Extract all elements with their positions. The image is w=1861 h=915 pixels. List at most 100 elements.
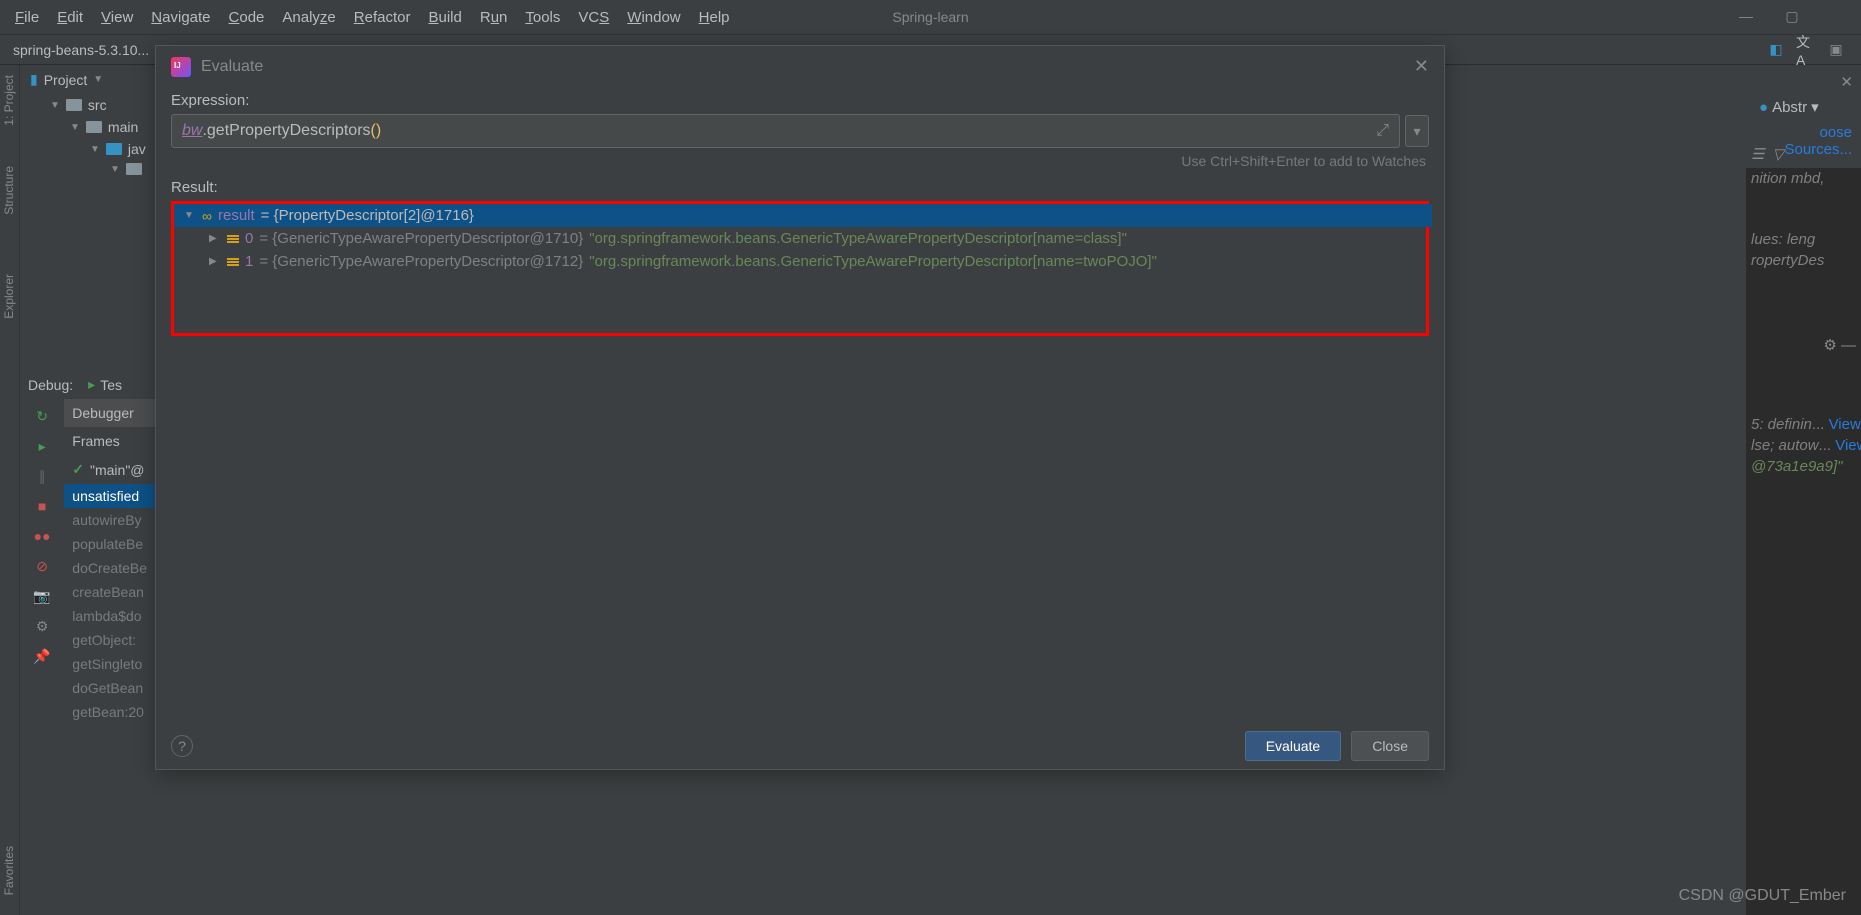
stack-frame[interactable]: lambda$do xyxy=(64,604,155,628)
minimize-button[interactable]: — xyxy=(1738,8,1754,24)
abstr-tab[interactable]: ● Abstr ▾ xyxy=(1751,94,1827,120)
expr-parens: () xyxy=(371,122,382,139)
help-button[interactable]: ? xyxy=(171,735,193,757)
pause-button[interactable]: ∥ xyxy=(33,467,51,485)
stop-button[interactable]: ■ xyxy=(33,497,51,515)
rerun-button[interactable]: ↻ xyxy=(33,407,51,425)
history-dropdown[interactable]: ▾ xyxy=(1405,115,1429,147)
tree-item-sub[interactable]: ▼ xyxy=(20,160,150,178)
run-icon: ▸ xyxy=(88,376,95,393)
class-icon: ● xyxy=(1759,99,1768,116)
panel-icon[interactable]: ▣ xyxy=(1826,40,1846,60)
code-fragment: nition mbd, xyxy=(1746,168,1861,189)
project-header[interactable]: ▮ Project ▼ xyxy=(20,65,150,94)
item-type: = {GenericTypeAwarePropertyDescriptor@17… xyxy=(259,253,583,270)
close-icon[interactable]: ✕ xyxy=(1414,56,1429,77)
chevron-down-icon[interactable]: ▼ xyxy=(93,74,103,85)
toolbox-icon[interactable]: ◧ xyxy=(1766,40,1786,60)
breakpoints-button[interactable]: ●● xyxy=(33,527,51,545)
expand-icon[interactable]: ▶ xyxy=(209,256,221,267)
stack-frame[interactable]: populateBe xyxy=(64,532,155,556)
translate-icon[interactable]: 文A xyxy=(1796,40,1816,60)
stack-frame[interactable]: doGetBean xyxy=(64,676,155,700)
tree-item-java[interactable]: ▼ jav xyxy=(20,138,150,160)
gear-icon[interactable]: ⚙ — xyxy=(1823,337,1856,354)
stack-frame[interactable]: getBean:20 xyxy=(64,700,155,724)
tree-item-src[interactable]: ▼ src xyxy=(20,94,150,116)
folder-icon xyxy=(126,163,142,175)
stack-frame[interactable]: createBean xyxy=(64,580,155,604)
camera-button[interactable]: 📷 xyxy=(33,587,51,605)
item-value: "org.springframework.beans.GenericTypeAw… xyxy=(589,253,1157,270)
expand-icon[interactable]: ▶ xyxy=(209,233,221,244)
close-button[interactable]: Close xyxy=(1351,731,1429,761)
rail-favorites[interactable]: Favorites xyxy=(0,836,18,905)
expand-icon: ▼ xyxy=(70,122,80,133)
project-name: Spring-learn xyxy=(892,9,968,25)
stack-frame[interactable]: unsatisfied xyxy=(64,484,155,508)
debugger-tab[interactable]: Debugger xyxy=(64,399,155,427)
menu-build[interactable]: Build xyxy=(428,9,461,26)
dialog-footer: ? Evaluate Close xyxy=(156,723,1444,769)
folder-icon xyxy=(106,143,122,155)
collapse-icon[interactable]: ▼ xyxy=(184,210,196,221)
menu-help[interactable]: Help xyxy=(699,9,730,26)
debug-tab[interactable]: ▸ Tes xyxy=(88,376,122,393)
code-fragment: lues: leng xyxy=(1746,229,1861,250)
menu-tools[interactable]: Tools xyxy=(525,9,560,26)
thread-selector[interactable]: ✓ "main"@ xyxy=(64,455,155,484)
resume-button[interactable]: ▸ xyxy=(33,437,51,455)
close-icon[interactable]: ✕ xyxy=(1840,73,1853,91)
stack-frame[interactable]: getSingleto xyxy=(64,652,155,676)
stack-frame[interactable]: autowireBy xyxy=(64,508,155,532)
result-tree: ▼ ∞ result = {PropertyDescriptor[2]@1716… xyxy=(174,204,1432,273)
expression-input[interactable]: bw.getPropertyDescriptors() ⤢ xyxy=(171,114,1400,148)
rail-project[interactable]: 1: Project xyxy=(0,65,18,136)
expand-icon[interactable]: ⤢ xyxy=(1376,122,1389,140)
tree-item-main[interactable]: ▼ main xyxy=(20,116,150,138)
menu-analyze[interactable]: Analyze xyxy=(282,9,335,26)
pin-button[interactable]: 📌 xyxy=(33,647,51,665)
rail-structure[interactable]: Structure xyxy=(0,156,18,225)
mute-button[interactable]: ⊘ xyxy=(33,557,51,575)
menu-code[interactable]: Code xyxy=(229,9,265,26)
project-header-label: Project xyxy=(44,72,88,88)
menu-window[interactable]: Window xyxy=(627,9,680,26)
menu-navigate[interactable]: Navigate xyxy=(151,9,210,26)
view-link[interactable]: View xyxy=(1829,416,1861,433)
breadcrumb[interactable]: spring-beans-5.3.10... xyxy=(5,39,157,61)
code-fragment: ropertyDes xyxy=(1746,250,1861,271)
expand-icon: ▼ xyxy=(90,144,100,155)
debug-title: Debug: xyxy=(28,377,73,393)
expand-icon: ▼ xyxy=(50,100,60,111)
menu-view[interactable]: View xyxy=(101,9,133,26)
maximize-button[interactable]: ▢ xyxy=(1784,8,1800,24)
stack-frame[interactable]: getObject: xyxy=(64,628,155,652)
menu-vcs[interactable]: VCS xyxy=(578,9,609,26)
result-item-0[interactable]: ▶ 0 = {GenericTypeAwarePropertyDescripto… xyxy=(174,227,1432,250)
list-icon[interactable]: ☰ xyxy=(1751,145,1764,163)
window-controls: — ▢ ✕ xyxy=(1738,8,1846,24)
debug-header: Debug: ▸ Tes xyxy=(20,370,155,399)
expr-method: .getPropertyDescriptors xyxy=(202,122,370,139)
filter-icon[interactable]: ▽ xyxy=(1772,145,1784,163)
choose-sources-link[interactable]: oose Sources... xyxy=(1784,124,1852,158)
watermark: CSDN @GDUT_Ember xyxy=(1679,887,1846,905)
right-editor-slice: ✕ ● Abstr ▾ oose Sources... ☰ ▽ nition m… xyxy=(1746,65,1861,915)
menu-edit[interactable]: Edit xyxy=(57,9,83,26)
menu-file[interactable]: File xyxy=(15,9,39,26)
dialog-titlebar: Evaluate ✕ xyxy=(156,46,1444,87)
chevron-down-icon: ▾ xyxy=(1811,98,1819,116)
menu-refactor[interactable]: Refactor xyxy=(354,9,411,26)
stack-frame[interactable]: doCreateBe xyxy=(64,556,155,580)
rail-explorer[interactable]: Explorer xyxy=(0,264,18,329)
view-link[interactable]: View xyxy=(1835,437,1861,454)
result-item-1[interactable]: ▶ 1 = {GenericTypeAwarePropertyDescripto… xyxy=(174,250,1432,273)
evaluate-dialog: Evaluate ✕ Expression: bw.getPropertyDes… xyxy=(155,45,1445,770)
menu-run[interactable]: Run xyxy=(480,9,508,26)
value-fragment: @73a1e9a9]" xyxy=(1746,456,1861,477)
settings-button[interactable]: ⚙ xyxy=(33,617,51,635)
result-key: result xyxy=(218,207,255,224)
evaluate-button[interactable]: Evaluate xyxy=(1245,731,1341,761)
result-root[interactable]: ▼ ∞ result = {PropertyDescriptor[2]@1716… xyxy=(174,204,1432,227)
